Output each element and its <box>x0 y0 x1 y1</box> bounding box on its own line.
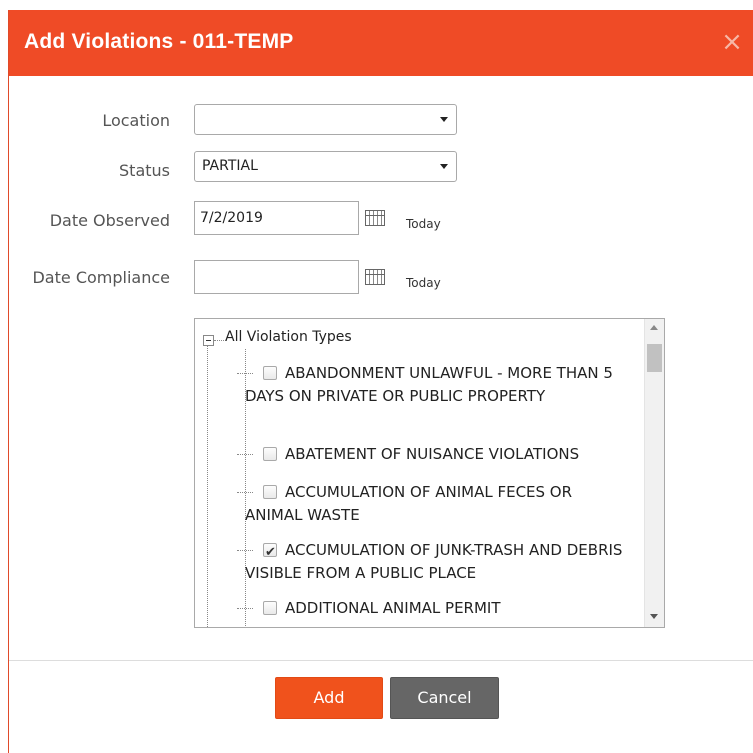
minus-icon[interactable] <box>203 335 214 346</box>
calendar-icon[interactable] <box>365 269 385 285</box>
tree-root-label: All Violation Types <box>225 329 352 345</box>
violation-checkbox[interactable] <box>263 447 277 461</box>
add-violations-dialog: Add Violations - 011-TEMP × Location Sta… <box>8 10 753 753</box>
tree-connector <box>237 608 253 609</box>
dialog-header: Add Violations - 011-TEMP × <box>9 10 753 76</box>
date-observed-today-link[interactable]: Today <box>406 217 441 231</box>
status-select[interactable]: PARTIAL <box>194 151 457 182</box>
tree-content: All Violation Types ABANDONMENT UNLAWFUL… <box>195 319 645 627</box>
violation-checkbox[interactable] <box>263 601 277 615</box>
violation-label: ABATEMENT OF NUISANCE VIOLATIONS <box>285 445 580 463</box>
tree-connector <box>237 454 253 455</box>
violation-checkbox-checked[interactable] <box>263 541 277 564</box>
tree-connector <box>237 373 253 374</box>
violation-label: ABANDONMENT UNLAWFUL - MORE THAN 5 DAYS … <box>245 364 613 405</box>
location-select[interactable] <box>194 104 457 135</box>
footer-divider <box>9 660 753 661</box>
status-value: PARTIAL <box>202 158 258 174</box>
tree-connector <box>214 340 224 341</box>
tree-scrollbar[interactable] <box>644 319 664 627</box>
violation-item[interactable]: ACCUMULATION OF JUNK-TRASH AND DEBRIS VI… <box>237 539 625 585</box>
add-button[interactable]: Add <box>275 677 383 719</box>
scroll-up-icon[interactable] <box>650 325 658 330</box>
status-label: Status <box>119 161 170 180</box>
violation-checkbox[interactable] <box>263 485 277 499</box>
chevron-down-icon <box>440 117 448 122</box>
violation-label: ACCUMULATION OF ANIMAL FECES OR ANIMAL W… <box>245 483 573 524</box>
date-observed-label: Date Observed <box>49 211 170 230</box>
violation-item[interactable]: ABATEMENT OF NUISANCE VIOLATIONS <box>237 443 625 466</box>
violation-types-tree[interactable]: All Violation Types ABANDONMENT UNLAWFUL… <box>194 318 665 628</box>
date-compliance-today-link[interactable]: Today <box>406 276 441 290</box>
violation-label: ACCUMULATION OF JUNK-TRASH AND DEBRIS VI… <box>245 541 623 582</box>
violation-item[interactable]: ACCUMULATION OF ANIMAL FECES OR ANIMAL W… <box>237 481 625 527</box>
violation-item[interactable]: ADDITIONAL ANIMAL PERMIT <box>237 597 625 620</box>
date-compliance-label: Date Compliance <box>32 268 170 287</box>
date-compliance-input[interactable] <box>194 260 359 294</box>
date-observed-value: 7/2/2019 <box>200 210 263 226</box>
scroll-down-icon[interactable] <box>650 614 658 619</box>
tree-connector <box>237 550 253 551</box>
violation-item[interactable]: ABANDONMENT UNLAWFUL - MORE THAN 5 DAYS … <box>237 362 625 408</box>
location-label: Location <box>102 111 170 130</box>
violation-checkbox[interactable] <box>263 366 277 380</box>
calendar-icon[interactable] <box>365 210 385 226</box>
dialog-title: Add Violations - 011-TEMP <box>24 30 294 53</box>
chevron-down-icon <box>440 164 448 169</box>
cancel-button[interactable]: Cancel <box>390 677 499 719</box>
close-icon[interactable]: × <box>720 29 744 55</box>
date-observed-input[interactable]: 7/2/2019 <box>194 201 359 235</box>
scrollbar-thumb[interactable] <box>647 344 662 372</box>
violation-label: ADDITIONAL ANIMAL PERMIT <box>285 599 501 617</box>
tree-connector <box>237 492 253 493</box>
tree-guide-line <box>207 341 208 627</box>
